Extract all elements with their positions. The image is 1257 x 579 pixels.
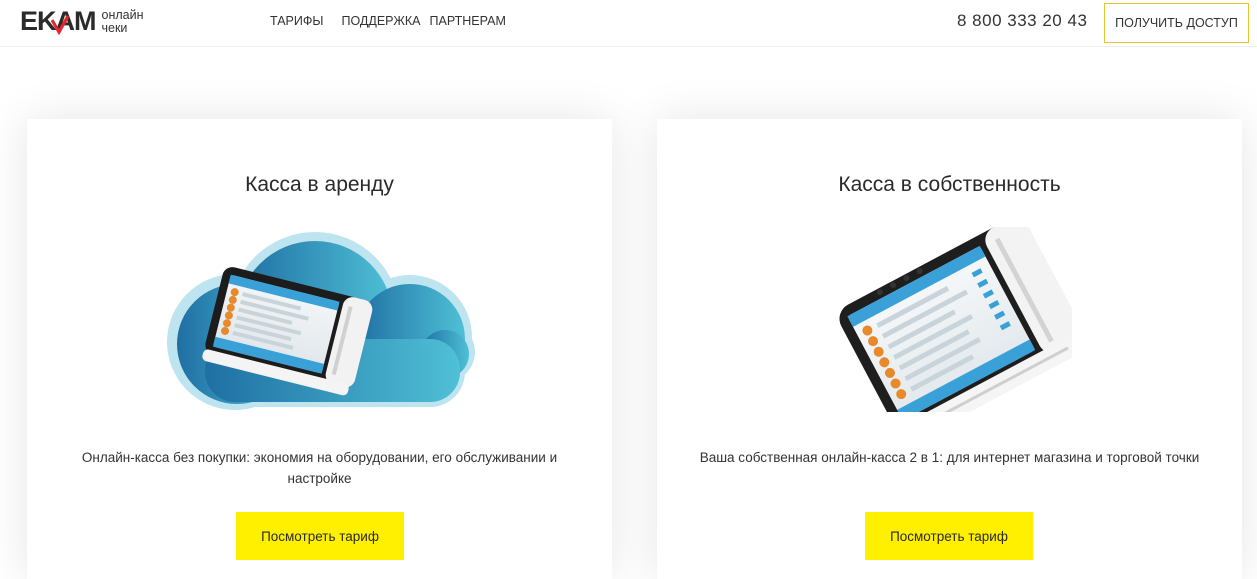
card-title: Касса в собственность [838,173,1061,196]
logo-subtitle: онлайн чеки [101,7,144,35]
logo-tick-icon [51,15,69,36]
nav-item-tariffs[interactable]: ТАРИФЫ [270,14,323,28]
site-header: EKAM онлайн чеки ТАРИФЫ ПОДДЕРЖКА ПАРТНЕ… [0,0,1257,47]
terminal-illustration [839,227,1072,412]
plan-card-own: Касса в собственность Ваша собственная о… [657,119,1242,579]
card-title: Касса в аренду [245,173,394,196]
nav-item-support[interactable]: ПОДДЕРЖКА [341,14,420,28]
terminal-on-cloud-illustration [167,232,475,410]
logo[interactable]: EKAM онлайн чеки [20,6,144,37]
view-tariff-button[interactable]: Посмотреть тариф [865,512,1033,560]
phone-number[interactable]: 8 800 333 20 43 [957,11,1087,31]
view-tariff-button[interactable]: Посмотреть тариф [236,512,404,560]
card-description: Онлайн-касса без покупки: экономия на об… [81,450,558,486]
main-nav: ТАРИФЫ ПОДДЕРЖКА ПАРТНЕРАМ [270,14,524,28]
card-description: Ваша собственная онлайн-касса 2 в 1: для… [699,450,1200,465]
nav-item-partners[interactable]: ПАРТНЕРАМ [430,14,506,28]
get-access-button[interactable]: ПОЛУЧИТЬ ДОСТУП [1104,3,1249,43]
plan-card-rent: Касса в аренду Онлайн-касса без покупки:… [27,119,612,579]
logo-wordmark: EKAM [20,6,96,36]
